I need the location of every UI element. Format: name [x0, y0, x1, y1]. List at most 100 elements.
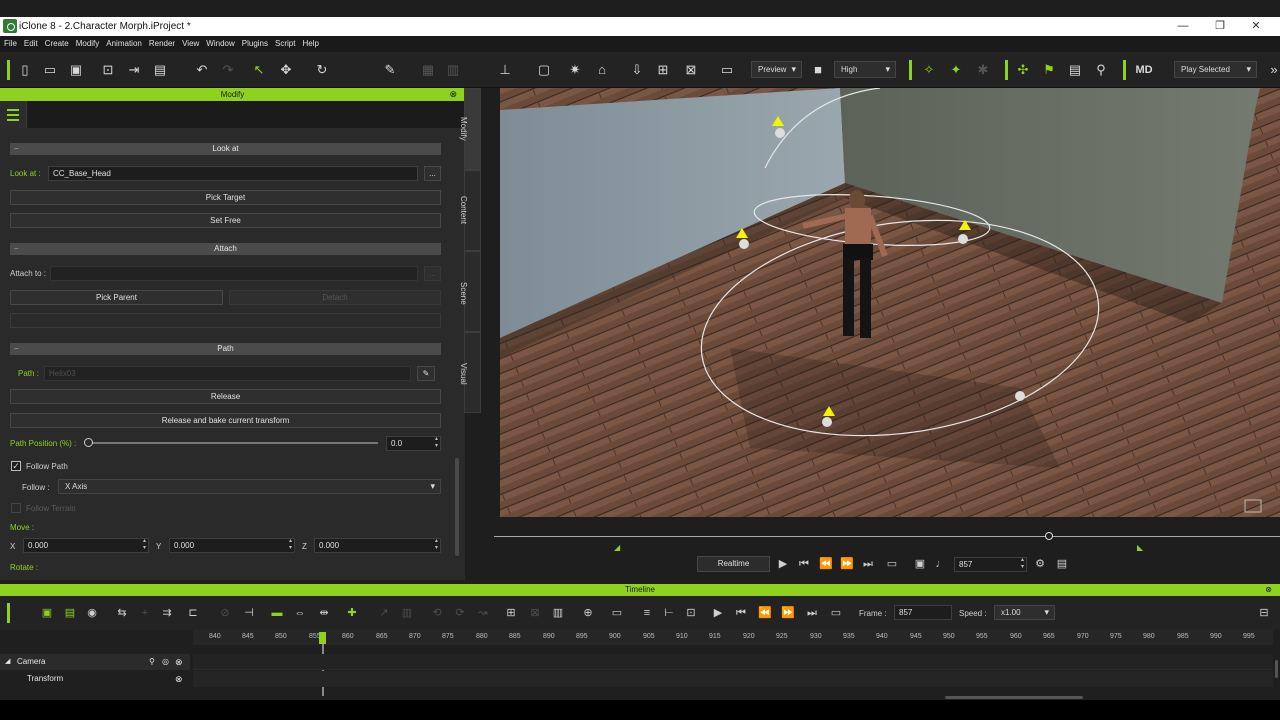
panel-close-icon[interactable]: ⊗ — [449, 88, 457, 101]
path-field[interactable]: Helix03 — [44, 366, 411, 381]
layer-icon[interactable]: ▭ — [610, 606, 624, 620]
transition-icon[interactable]: ⊏ — [186, 606, 200, 620]
follow-path-checkbox[interactable]: ✓ — [11, 461, 21, 471]
select-tool-icon[interactable]: ↖ — [251, 62, 267, 78]
follow-axis-select[interactable]: X Axis — [58, 479, 441, 494]
look-at-section-header[interactable]: − Look at — [10, 143, 441, 155]
timeline-options-icon[interactable]: ⊟ — [1257, 606, 1271, 620]
menu-help[interactable]: Help — [298, 36, 321, 52]
undo-icon[interactable]: ↶ — [194, 62, 210, 78]
tab-content[interactable]: Content — [459, 170, 481, 251]
timeline-ruler[interactable]: 840 845 850 855 860 865 870 875 880 885 … — [193, 630, 1273, 645]
path-pick-button[interactable]: ✎ — [417, 366, 435, 381]
settings-gear-icon[interactable]: ⚙ — [1033, 557, 1047, 571]
menu-window[interactable]: Window — [202, 36, 237, 52]
menu-plugins[interactable]: Plugins — [238, 36, 271, 52]
motion-icon[interactable]: ✦ — [948, 62, 964, 78]
add-key-icon[interactable]: + — [138, 606, 152, 620]
layout-icon[interactable]: ▭ — [719, 62, 735, 78]
speed-clip-icon[interactable]: ⟳ — [453, 606, 467, 620]
clip-settings-icon[interactable]: ↝ — [476, 606, 490, 620]
collapse-arrow-icon[interactable]: ◢ — [5, 654, 10, 670]
3d-viewport[interactable] — [500, 88, 1280, 517]
download-icon[interactable]: ⇩ — [629, 62, 645, 78]
menu-file[interactable]: File — [0, 36, 20, 52]
timeline-prev-icon[interactable]: ⏪ — [758, 606, 772, 620]
playback-frame-field[interactable]: 857 — [954, 557, 1027, 572]
gizmo-icon[interactable]: ✧ — [921, 62, 937, 78]
insert-icon[interactable]: ⊞ — [504, 606, 518, 620]
move-tool-icon[interactable]: ✥ — [278, 62, 294, 78]
flag-icon[interactable]: ⚑ — [1041, 62, 1057, 78]
attach-to-field[interactable] — [50, 266, 418, 281]
align-icon[interactable]: ▥ — [445, 62, 461, 78]
timeline-horizontal-scrollbar[interactable] — [945, 696, 1083, 699]
track-row-transform[interactable]: Transform ⊗ — [0, 671, 190, 687]
character-icon[interactable]: ✣ — [1015, 62, 1031, 78]
previous-frame-icon[interactable]: ⏪ — [819, 557, 833, 571]
set-free-button[interactable]: Set Free — [10, 213, 441, 228]
maximize-button[interactable]: ❐ — [1205, 18, 1235, 35]
play-icon[interactable]: ▶ — [776, 557, 790, 571]
edit-tool-icon[interactable]: ✎ — [382, 62, 398, 78]
pick-target-button[interactable]: Pick Target — [10, 190, 441, 205]
puppet-icon[interactable]: ✱ — [975, 62, 991, 78]
subtitle-icon[interactable]: ▣ — [913, 557, 927, 571]
menu-create[interactable]: Create — [41, 36, 72, 52]
realtime-button[interactable]: Realtime — [697, 556, 770, 572]
link-icon[interactable]: ⚲ — [149, 654, 155, 670]
open-project-icon[interactable]: ▭ — [42, 62, 58, 78]
eye-icon[interactable]: ◉ — [85, 606, 99, 620]
clip-icon[interactable]: ▤ — [63, 606, 77, 620]
break-icon[interactable]: ⊣ — [242, 606, 256, 620]
timeline-first-icon[interactable]: ⏮ — [734, 606, 748, 620]
scroll-icon[interactable]: ≡ — [640, 606, 654, 620]
range-icon[interactable]: ▬ — [270, 606, 284, 620]
next-frame-icon[interactable]: ⏩ — [840, 557, 854, 571]
look-at-field[interactable]: CC_Base_Head — [48, 166, 418, 181]
track-close-icon[interactable]: ⊗ — [175, 654, 183, 670]
remove-icon[interactable]: ⊠ — [528, 606, 542, 620]
detach-button[interactable]: Detach — [229, 290, 441, 305]
redo-icon[interactable]: ↷ — [220, 62, 236, 78]
path-position-value[interactable]: 0.0 — [386, 436, 441, 451]
key-icon[interactable]: ⇆ — [115, 606, 129, 620]
timeline-toggle-icon[interactable]: ▤ — [1055, 557, 1069, 571]
close-window-button[interactable]: ✕ — [1241, 18, 1271, 35]
expand-icon[interactable]: ⇹ — [317, 606, 331, 620]
timeline-next-icon[interactable]: ⏩ — [781, 606, 795, 620]
fit-icon[interactable]: ⊞ — [655, 62, 671, 78]
camera-view-icon[interactable]: ⊠ — [683, 62, 699, 78]
track-row-camera[interactable]: ◢ Camera ⚲ ◎ ⊗ — [0, 654, 190, 670]
loop-icon[interactable]: ▭ — [885, 557, 899, 571]
bone-icon[interactable]: ⚲ — [1093, 62, 1109, 78]
split-icon[interactable]: ⊢ — [662, 606, 676, 620]
toolbar-overflow-icon[interactable]: » — [1266, 62, 1280, 78]
tab-scene[interactable]: Scene — [459, 251, 481, 332]
attach-section-header[interactable]: − Attach — [10, 243, 441, 255]
viewport-time-slider[interactable] — [494, 536, 1280, 537]
delete-icon[interactable]: ⊘ — [218, 606, 232, 620]
music-icon[interactable]: ♩ — [934, 557, 948, 571]
import-icon[interactable]: ⇥ — [126, 62, 142, 78]
tab-visual[interactable]: Visual — [459, 332, 481, 413]
track-close-icon[interactable]: ⊗ — [175, 671, 183, 687]
menu-modify[interactable]: Modify — [72, 36, 103, 52]
first-frame-icon[interactable]: ⏮ — [797, 557, 811, 571]
look-at-browse-button[interactable]: ... — [424, 166, 441, 181]
menu-animation[interactable]: Animation — [102, 36, 145, 52]
minimize-button[interactable]: — — [1168, 18, 1198, 35]
range-start-marker[interactable]: ◢ — [614, 543, 620, 552]
move-y-field[interactable]: 0.000 — [169, 538, 295, 553]
track-filter-icon[interactable]: ▣ — [40, 606, 54, 620]
quality-select[interactable]: High — [834, 61, 896, 78]
menu-script[interactable]: Script — [271, 36, 298, 52]
video-camera-icon[interactable]: ■ — [810, 62, 826, 78]
path-position-slider-knob[interactable] — [84, 438, 93, 447]
export-icon[interactable]: ⊡ — [100, 62, 116, 78]
fit-range-icon[interactable]: ⇔ — [293, 606, 307, 620]
zoom-icon[interactable]: ⊕ — [581, 606, 595, 620]
timeline-loop-icon[interactable]: ▭ — [829, 606, 843, 620]
swap-icon[interactable]: ⊡ — [684, 606, 698, 620]
visibility-icon[interactable]: ◎ — [162, 654, 169, 670]
